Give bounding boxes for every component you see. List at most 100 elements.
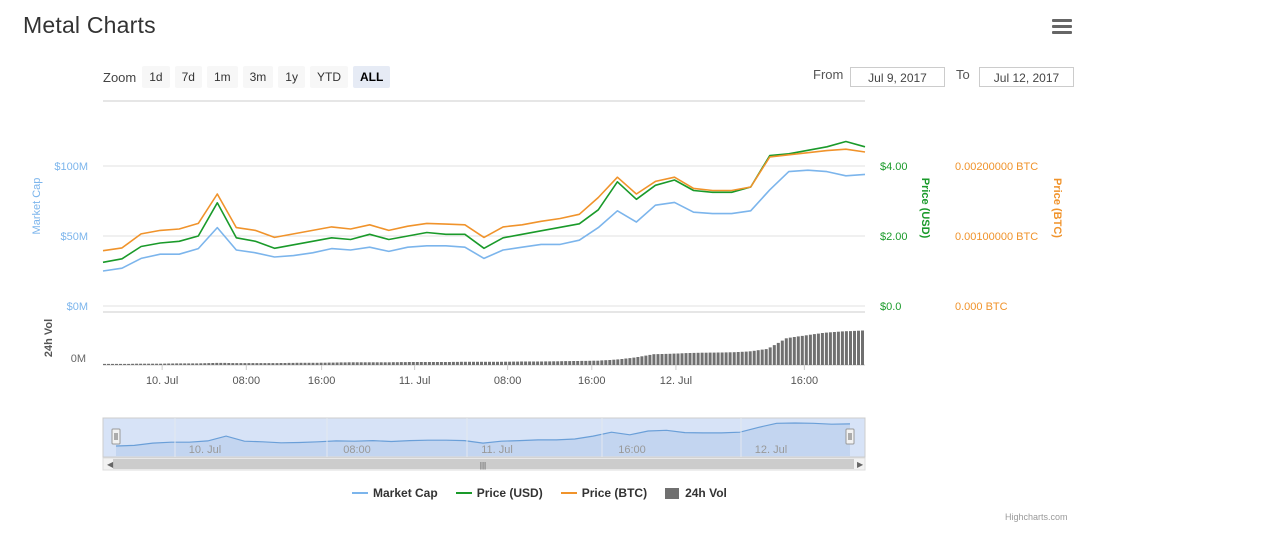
volume-bar bbox=[504, 361, 508, 365]
volume-bar bbox=[443, 362, 447, 365]
scroll-left-icon: ◀ bbox=[107, 460, 114, 469]
volume-bar bbox=[123, 363, 127, 365]
volume-bar bbox=[492, 361, 495, 365]
volume-bar bbox=[740, 351, 744, 365]
volume-bar bbox=[355, 362, 359, 365]
volume-bar bbox=[255, 363, 259, 365]
volume-bar bbox=[183, 363, 187, 365]
volume-bar bbox=[540, 361, 544, 365]
x-tick-label: 08:00 bbox=[494, 375, 522, 387]
volume-bar bbox=[652, 354, 656, 365]
volume-bar bbox=[195, 363, 199, 365]
volume-bar bbox=[231, 363, 235, 365]
volume-bar bbox=[857, 330, 860, 365]
volume-bar bbox=[391, 362, 395, 365]
volume-bar bbox=[151, 363, 155, 365]
price-usd-tick-label: $2.00 bbox=[880, 231, 908, 243]
volume-bar bbox=[415, 362, 419, 365]
volume-bar bbox=[480, 361, 483, 365]
axis-ticks: $0M $0.0 0.000 BTC $50M $2.00 0.00100000 BTC $… bbox=[31, 161, 1063, 387]
volume-bar bbox=[343, 362, 347, 365]
volume-bar bbox=[820, 333, 824, 365]
volume-bar bbox=[620, 359, 624, 365]
volume-bar bbox=[724, 352, 728, 365]
volume-bar bbox=[764, 349, 768, 365]
volume-bar bbox=[628, 358, 632, 365]
volume-bar bbox=[732, 352, 736, 365]
volume-bar bbox=[203, 363, 207, 365]
volume-bar bbox=[291, 362, 295, 365]
volume-bar bbox=[536, 361, 540, 365]
volume-bar bbox=[159, 363, 163, 365]
volume-bar bbox=[135, 363, 139, 365]
volume-bar bbox=[772, 345, 776, 365]
volume-bar bbox=[844, 331, 848, 365]
volume-bar bbox=[816, 333, 820, 365]
volume-bar bbox=[175, 363, 179, 365]
volume-bar bbox=[680, 353, 684, 365]
volume-bar bbox=[684, 353, 688, 365]
legend-item-price-usd[interactable]: Price (USD) bbox=[455, 486, 543, 500]
volume-bar bbox=[143, 363, 147, 365]
volume-bar bbox=[115, 363, 118, 365]
volume-bar bbox=[315, 362, 319, 365]
volume-bar bbox=[227, 363, 231, 365]
volume-bar bbox=[419, 362, 423, 365]
volume-bar bbox=[207, 363, 211, 365]
volume-bar bbox=[532, 361, 536, 365]
volume-bar bbox=[580, 360, 584, 365]
volume-bar bbox=[668, 353, 672, 365]
credits-link[interactable]: Highcharts.com bbox=[1005, 512, 1068, 522]
volume-tick-label: 0M bbox=[71, 353, 86, 365]
volume-bar bbox=[399, 362, 403, 365]
volume-bar bbox=[656, 354, 660, 365]
volume-bar bbox=[107, 363, 110, 365]
volume-bar bbox=[556, 361, 560, 365]
volume-bar bbox=[307, 362, 311, 365]
legend-item-market-cap[interactable]: Market Cap bbox=[352, 486, 438, 500]
volume-bar bbox=[395, 362, 399, 365]
volume-bar bbox=[171, 363, 175, 365]
volume-bar bbox=[840, 331, 844, 365]
volume-bar bbox=[800, 335, 804, 365]
legend-item-price-btc[interactable]: Price (BTC) bbox=[560, 486, 647, 500]
volume-bar bbox=[275, 363, 279, 365]
volume-bar bbox=[748, 351, 752, 365]
price-btc-tick-label: 0.00100000 BTC bbox=[955, 231, 1038, 243]
volume-bar bbox=[612, 359, 616, 365]
price-chart: $0M $0.0 0.000 BTC $50M $2.00 0.00100000 BTC $… bbox=[31, 100, 1063, 471]
navigator-label: 16:00 bbox=[618, 444, 646, 456]
volume-bar bbox=[780, 340, 784, 365]
grid-lines bbox=[103, 165, 865, 370]
volume-bar bbox=[219, 362, 223, 365]
market-cap-tick-label: $50M bbox=[60, 231, 88, 243]
volume-bar bbox=[243, 363, 247, 365]
volume-bar bbox=[720, 352, 724, 365]
volume-bar bbox=[167, 363, 171, 365]
volume-bar bbox=[576, 361, 580, 365]
volume-bar bbox=[327, 362, 331, 365]
volume-bar bbox=[624, 358, 628, 365]
volume-bar bbox=[564, 361, 568, 365]
volume-bar bbox=[247, 363, 251, 365]
volume-bar bbox=[431, 362, 435, 365]
legend-item-volume[interactable]: 24h Vol bbox=[665, 486, 727, 500]
navigator-right-handle bbox=[845, 428, 855, 445]
volume-bar bbox=[520, 361, 524, 365]
volume-bar bbox=[708, 352, 712, 365]
volume-bar bbox=[548, 361, 552, 365]
navigator[interactable]: 10. Jul 08:00 11. Jul 16:00 12. Jul ||| ◀ ▶ bbox=[102, 417, 866, 471]
volume-bar bbox=[853, 330, 856, 365]
volume-bar bbox=[335, 362, 339, 365]
volume-bar bbox=[736, 352, 740, 365]
volume-bar bbox=[484, 361, 487, 365]
volume-bar bbox=[476, 361, 479, 365]
volume-bar bbox=[640, 356, 644, 365]
volume-bar bbox=[363, 362, 367, 365]
series-lines bbox=[102, 140, 866, 272]
navigator-label: 11. Jul bbox=[481, 444, 513, 456]
volume-bar bbox=[411, 362, 415, 365]
volume-bar bbox=[379, 362, 383, 365]
volume-bar bbox=[648, 354, 652, 365]
volume-bar bbox=[796, 336, 800, 365]
